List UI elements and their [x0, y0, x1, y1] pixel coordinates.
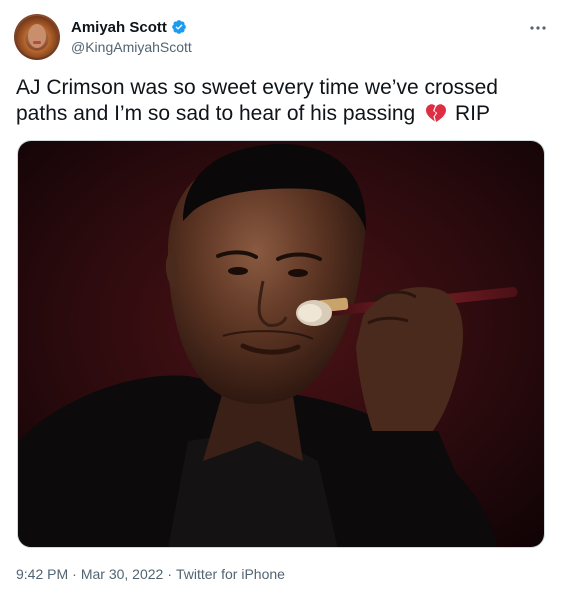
author-handle[interactable]: @KingAmiyahScott: [71, 39, 192, 55]
tweet-date[interactable]: Mar 30, 2022: [81, 566, 164, 582]
tweet-photo[interactable]: [17, 140, 545, 548]
meta-separator: ·: [167, 566, 172, 582]
display-name-row: Amiyah Scott: [71, 17, 192, 37]
tweet-text: AJ Crimson was so sweet every time we’ve…: [16, 75, 546, 127]
avatar-lips: [33, 41, 41, 44]
meta-separator: ·: [72, 566, 77, 582]
more-icon[interactable]: [528, 20, 548, 36]
avatar[interactable]: [14, 14, 60, 60]
tweet-meta: 9:42 PM · Mar 30, 2022 · Twitter for iPhone: [16, 566, 285, 582]
tweet-header: Amiyah Scott @KingAmiyahScott: [14, 14, 548, 64]
verified-badge-icon: [172, 20, 186, 34]
avatar-face: [28, 24, 46, 48]
broken-heart-icon: [426, 104, 447, 123]
author-names: Amiyah Scott @KingAmiyahScott: [71, 17, 192, 56]
tweet-text-rip: RIP: [454, 102, 490, 125]
display-name[interactable]: Amiyah Scott: [71, 19, 167, 36]
tweet-card: Amiyah Scott @KingAmiyahScott AJ Crimson…: [0, 0, 562, 600]
tweet-source[interactable]: Twitter for iPhone: [176, 566, 285, 582]
photo-illustration: [18, 141, 544, 547]
tweet-time[interactable]: 9:42 PM: [16, 566, 68, 582]
